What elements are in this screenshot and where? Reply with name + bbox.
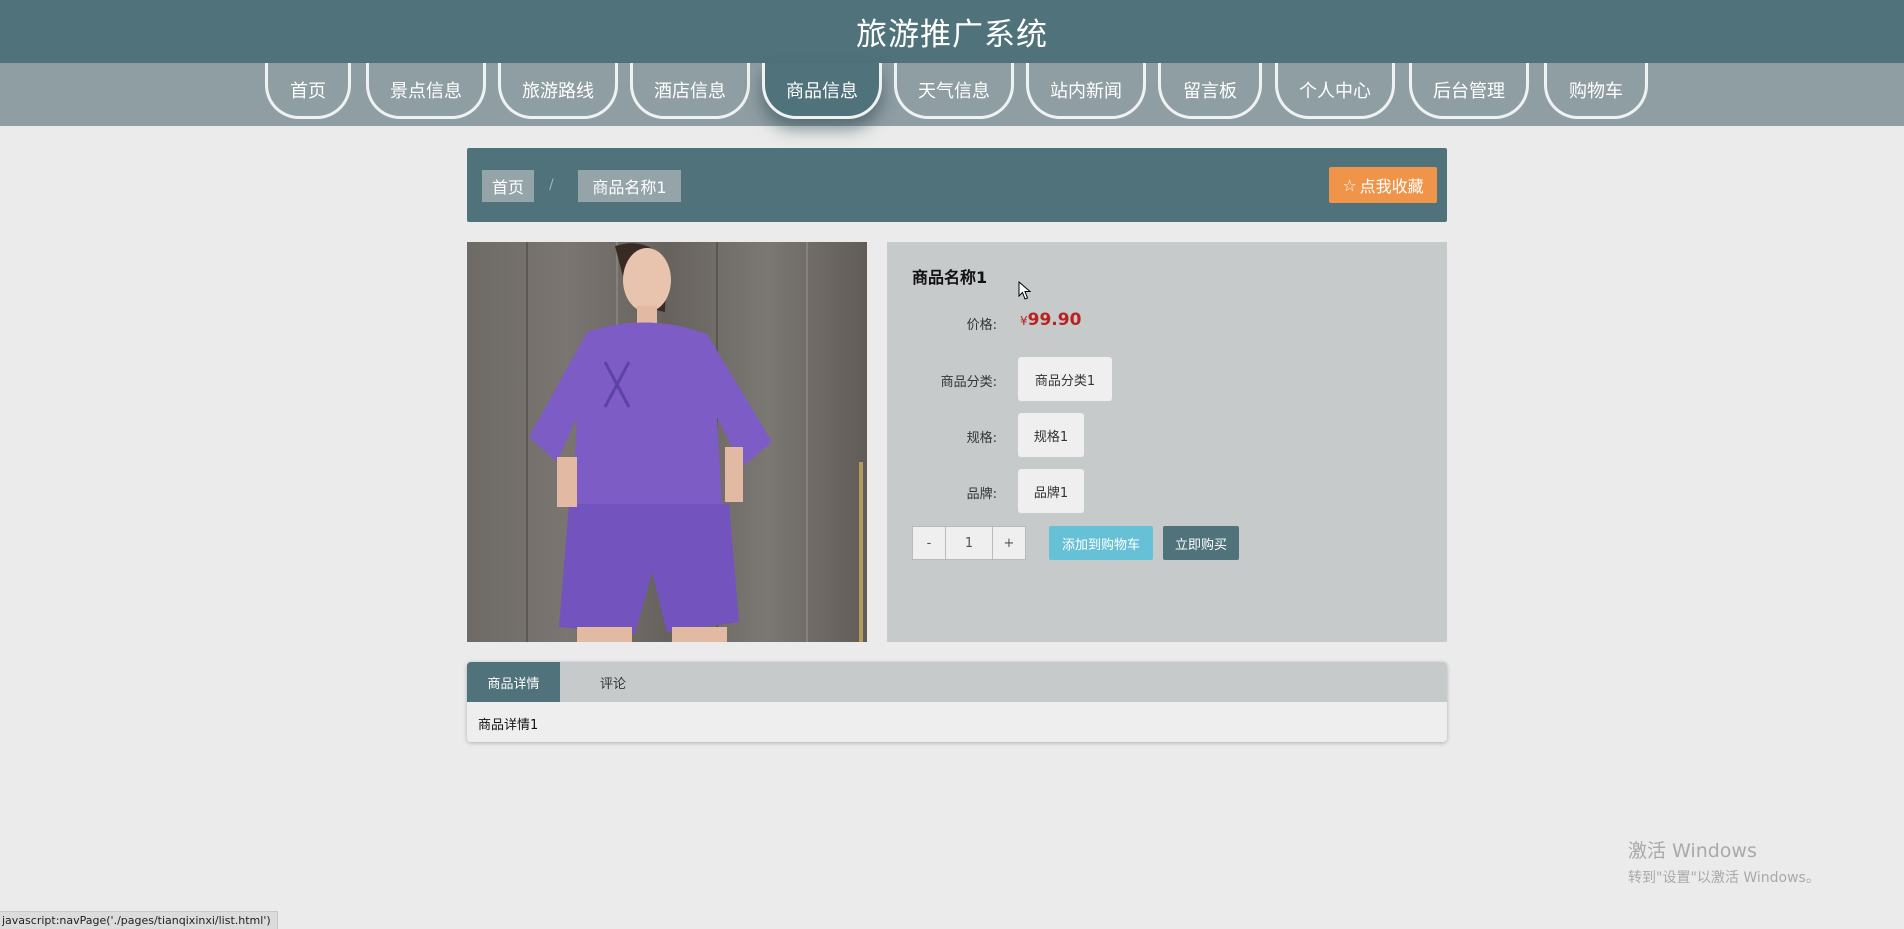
nav-item-home[interactable]: 首页 [265, 63, 351, 119]
add-to-cart-button[interactable]: 添加到购物车 [1049, 526, 1153, 560]
spec-tag[interactable]: 规格1 [1018, 413, 1084, 457]
product-info-panel: 商品名称1 价格: ¥99.90 商品分类: 商品分类1 规格: 规格1 品牌:… [887, 242, 1447, 642]
product-image [467, 242, 867, 642]
quantity-input[interactable]: 1 [946, 526, 992, 560]
nav-item-attractions[interactable]: 景点信息 [366, 63, 486, 119]
nav-item-messages[interactable]: 留言板 [1158, 63, 1262, 119]
product-photo-illustration [526, 242, 863, 642]
watermark-title: 激活 Windows [1628, 840, 1757, 862]
tab-product-details[interactable]: 商品详情 [467, 662, 560, 702]
price-value: 99.90 [1027, 310, 1082, 330]
tabs-header: 商品详情 评论 [467, 662, 1447, 702]
site-title: 旅游推广系统 [856, 17, 1048, 53]
product-details-content: 商品详情1 [478, 718, 539, 733]
brand-tag[interactable]: 品牌1 [1018, 469, 1084, 513]
category-label: 商品分类: [940, 375, 997, 390]
nav-item-cart[interactable]: 购物车 [1544, 63, 1648, 119]
breadcrumb-current: 商品名称1 [578, 170, 681, 202]
quantity-decrease-button[interactable]: - [912, 526, 946, 560]
quantity-increase-button[interactable]: + [992, 526, 1026, 560]
buy-now-button[interactable]: 立即购买 [1163, 526, 1239, 560]
site-header: 旅游推广系统 [0, 0, 1904, 63]
status-bar-url: javascript:navPage('./pages/tianqixinxi/… [0, 911, 278, 929]
mouse-cursor-icon [1018, 281, 1032, 300]
tab-comments[interactable]: 评论 [560, 662, 666, 702]
product-price: ¥99.90 [1020, 310, 1081, 330]
nav-item-products[interactable]: 商品信息 [762, 63, 882, 119]
product-name: 商品名称1 [912, 268, 988, 287]
nav-item-hotels[interactable]: 酒店信息 [630, 63, 750, 119]
currency-symbol: ¥ [1020, 314, 1028, 328]
watermark-subtitle: 转到"设置"以激活 Windows。 [1628, 870, 1820, 886]
brand-label: 品牌: [966, 487, 997, 502]
favorite-button[interactable]: ☆ 点我收藏 [1329, 167, 1437, 203]
spec-label: 规格: [966, 431, 997, 446]
detail-tabs: 商品详情 评论 商品详情1 [467, 662, 1447, 742]
star-outline-icon: ☆ [1342, 175, 1357, 195]
price-label: 价格: [966, 318, 997, 333]
favorite-button-label: 点我收藏 [1359, 177, 1424, 196]
breadcrumb-separator: / [549, 177, 554, 193]
nav-item-profile[interactable]: 个人中心 [1275, 63, 1395, 119]
category-tag[interactable]: 商品分类1 [1018, 357, 1112, 401]
nav-item-weather[interactable]: 天气信息 [894, 63, 1014, 119]
nav-item-routes[interactable]: 旅游路线 [498, 63, 618, 119]
nav-item-admin[interactable]: 后台管理 [1409, 63, 1529, 119]
quantity-stepper: - 1 + [912, 526, 1026, 560]
breadcrumb-home[interactable]: 首页 [482, 170, 534, 202]
windows-activation-watermark: 激活 Windows 转到"设置"以激活 Windows。 [1628, 836, 1820, 887]
main-nav: 首页 景点信息 旅游路线 酒店信息 商品信息 天气信息 站内新闻 留言板 个人中… [0, 63, 1904, 126]
nav-item-news[interactable]: 站内新闻 [1026, 63, 1146, 119]
